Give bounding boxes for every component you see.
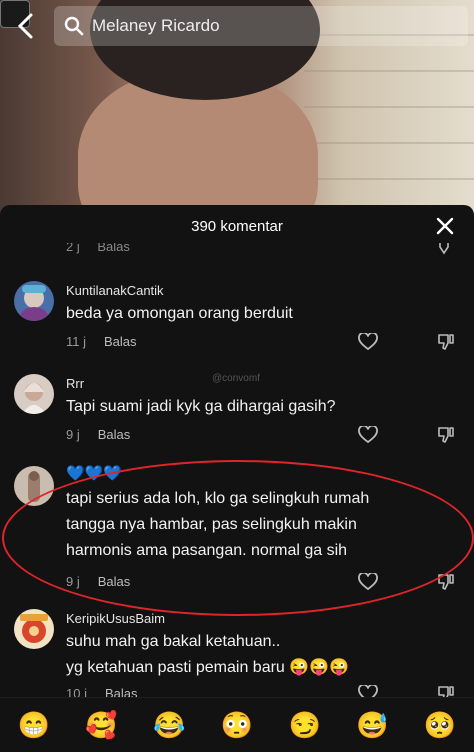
comment-text-line1: suhu mah ga bakal ketahuan.. <box>66 633 281 650</box>
heart-icon[interactable] <box>358 426 378 444</box>
comment-text: Tapi suami jadi kyk ga dihargai gasih? <box>66 398 336 415</box>
dislike-icon[interactable] <box>437 333 455 351</box>
emoji-joy-button[interactable]: 😂 <box>153 710 185 740</box>
avatar[interactable] <box>14 609 54 649</box>
avatar[interactable] <box>14 374 54 414</box>
dislike-icon[interactable] <box>437 426 455 444</box>
comment-username[interactable]: KuntilanakCantik <box>66 283 164 298</box>
close-icon[interactable] <box>434 215 456 237</box>
emoji-sweat-smile-button[interactable]: 😅 <box>356 710 388 740</box>
partial-comment-meta: 2 j Balas <box>66 243 144 255</box>
back-button[interactable] <box>16 12 40 40</box>
avatar[interactable] <box>14 281 54 321</box>
comment-username[interactable]: Rrr <box>66 376 84 391</box>
back-icon <box>17 13 33 39</box>
emoji-hearts-button[interactable]: 🥰 <box>85 710 117 740</box>
watermark: @convomf <box>212 373 260 384</box>
emoji-grin-button[interactable]: 😁 <box>18 710 50 740</box>
search-icon <box>64 16 84 36</box>
search-query: Melaney Ricardo <box>92 16 220 35</box>
search-bar[interactable]: Melaney Ricardo <box>54 6 468 46</box>
emoji-smirk-button[interactable]: 😏 <box>288 710 320 740</box>
partial-time: 2 j <box>66 243 80 254</box>
comment-meta: 9 j Balas <box>66 427 130 442</box>
partial-reply[interactable]: Balas <box>97 243 130 254</box>
comment-username[interactable]: KeripikUsusBaim <box>66 611 165 626</box>
comment-time: 9 j <box>66 427 80 442</box>
comments-count-title: 390 komentar <box>191 218 283 235</box>
reply-button[interactable]: Balas <box>104 334 137 349</box>
highlight-circle <box>2 460 474 616</box>
heart-icon[interactable] <box>358 333 378 351</box>
comment-text: beda ya omongan orang berduit <box>66 305 293 322</box>
comment-text-line2: yg ketahuan pasti pemain baru 😜😜😜 <box>66 659 350 676</box>
partial-dislike-icon[interactable] <box>438 243 450 255</box>
emoji-pleading-button[interactable]: 🥺 <box>424 710 456 740</box>
comment-meta: 11 j Balas <box>66 334 137 349</box>
emoji-flushed-button[interactable]: 😳 <box>221 710 253 740</box>
emoji-quick-bar: 😁 🥰 😂 😳 😏 😅 🥺 <box>0 697 474 752</box>
reply-button[interactable]: Balas <box>98 427 131 442</box>
comments-sheet: 390 komentar 2 j Balas @convomf Kuntilan… <box>0 205 474 751</box>
comment-time: 11 j <box>66 334 86 349</box>
